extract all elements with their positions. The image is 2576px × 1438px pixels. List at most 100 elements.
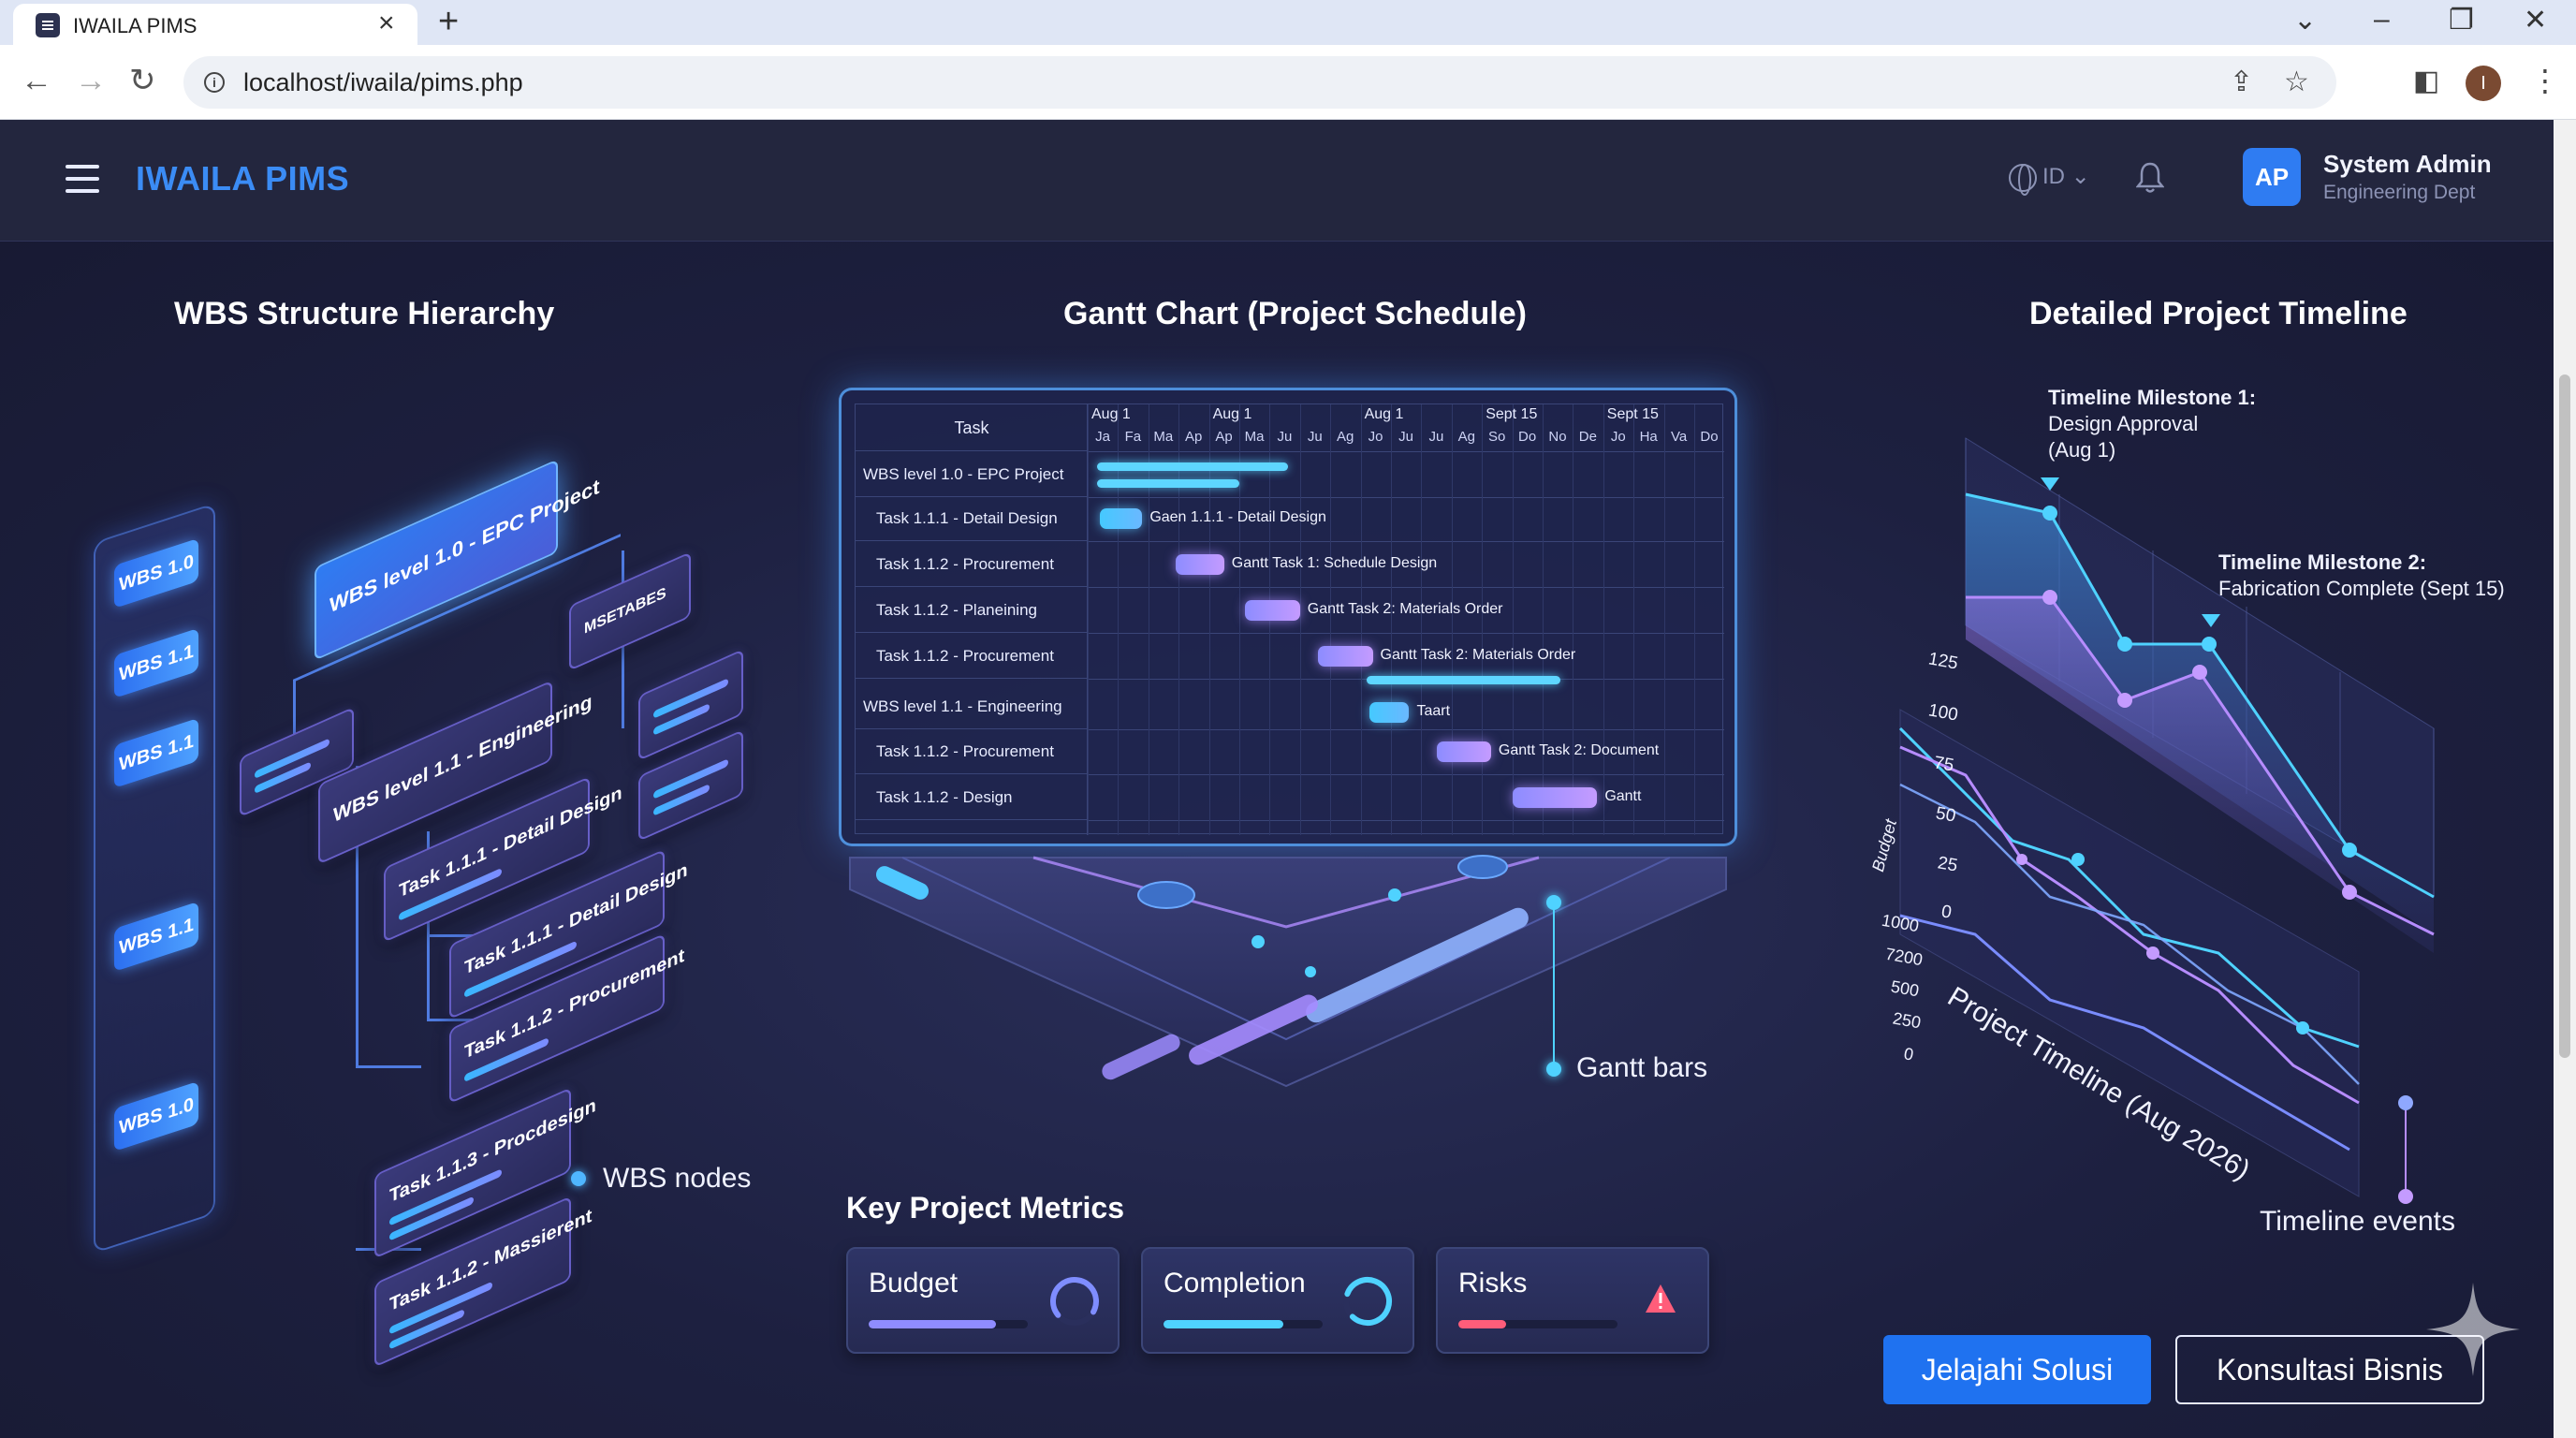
- language-selector[interactable]: ID ⌄: [2009, 163, 2090, 196]
- metric-label: Completion: [1164, 1268, 1306, 1299]
- metric-card-budget[interactable]: Budget: [846, 1247, 1120, 1354]
- user-department: Engineering Dept: [2323, 182, 2476, 203]
- metric-progress-fill: [869, 1320, 996, 1328]
- gantt-day-label: No: [1548, 429, 1567, 445]
- wbs-level-pill[interactable]: WBS 1.1: [114, 901, 198, 972]
- gantt-row-divider: [1088, 497, 1724, 498]
- gantt-row-label[interactable]: Task 1.1.2 - Planeining: [856, 587, 1088, 633]
- wbs-level-pill[interactable]: WBS 1.1: [114, 627, 198, 698]
- gantt-day-divider: [1330, 404, 1332, 835]
- gantt-row-label[interactable]: WBS level 1.0 - EPC Project: [856, 451, 1088, 497]
- platform-node: [1137, 881, 1195, 909]
- wbs-level-pill[interactable]: WBS 1.0: [114, 537, 198, 609]
- timeline-point: [2016, 854, 2027, 865]
- globe-icon: [2009, 163, 2037, 196]
- user-name[interactable]: System Admin: [2323, 150, 2492, 179]
- tab-search-chevron-icon[interactable]: ⌄: [2293, 4, 2317, 37]
- gantt-month-label: Aug 1: [1091, 406, 1131, 422]
- timeline-point: [2296, 1021, 2309, 1034]
- window-close-icon[interactable]: ✕: [2524, 4, 2547, 37]
- gantt-row-label[interactable]: WBS level 1.1 - Engineering: [856, 683, 1088, 729]
- gantt-day-label: Ag: [1457, 429, 1475, 445]
- minimize-icon[interactable]: –: [2374, 4, 2390, 36]
- chevron-down-icon: ⌄: [2065, 164, 2090, 189]
- gantt-legend-dot: [1546, 895, 1561, 910]
- gantt-bar[interactable]: [1245, 600, 1300, 621]
- language-code: ID: [2042, 164, 2065, 189]
- reload-icon[interactable]: ↻: [129, 62, 156, 99]
- gantt-row-label[interactable]: Task 1.1.2 - Procurement: [856, 541, 1088, 587]
- user-avatar[interactable]: AP: [2243, 148, 2301, 206]
- gantt-row-label[interactable]: Task 1.1.2 - Design: [856, 774, 1088, 820]
- url-text: localhost/iwaila/pims.php: [243, 68, 523, 96]
- wbs-title: WBS Structure Hierarchy: [174, 296, 555, 331]
- tab-title: IWAILA PIMS: [73, 14, 198, 37]
- gantt-bar[interactable]: [1367, 676, 1561, 684]
- gantt-timeline: Ja Fa Ma Ap Ap Ma Ju Ju Ag Jo Ju Ju Ag So Do No De Jo Ha Va…: [1088, 404, 1724, 835]
- gantt-day-divider: [1391, 404, 1392, 835]
- restore-icon[interactable]: ❐: [2449, 4, 2474, 37]
- menu-icon[interactable]: [66, 165, 99, 193]
- metric-card-completion[interactable]: Completion: [1141, 1247, 1414, 1354]
- close-tab-icon[interactable]: ×: [378, 9, 395, 37]
- gantt-day-label: Fa: [1124, 429, 1142, 445]
- gantt-row-label[interactable]: Task 1.1.1 - Detail Design: [856, 495, 1088, 541]
- gantt-month-label: Aug 1: [1364, 406, 1404, 422]
- platform-node: [1305, 966, 1316, 977]
- explore-solutions-button[interactable]: Jelajahi Solusi: [1883, 1335, 2151, 1404]
- gantt-day-divider: [1451, 404, 1453, 835]
- back-icon[interactable]: ←: [21, 62, 52, 99]
- milestone2-line1: Fabrication Complete (Sept 15): [2218, 577, 2505, 600]
- gantt-day-divider: [1694, 404, 1695, 835]
- metric-card-risks[interactable]: Risks: [1436, 1247, 1709, 1354]
- gantt-row-divider: [1088, 541, 1724, 542]
- notification-bell-icon[interactable]: [2136, 161, 2164, 195]
- wbs-level-pill[interactable]: WBS 1.0: [114, 1080, 198, 1152]
- brand-logo[interactable]: IWAILA PIMS: [136, 159, 349, 198]
- gantt-bar[interactable]: [1436, 741, 1491, 762]
- gantt-row-divider: [1088, 633, 1724, 634]
- gantt-day-divider: [1088, 404, 1089, 835]
- share-icon[interactable]: ⇪: [2230, 67, 2253, 97]
- main-content: WBS Structure Hierarchy Gantt Chart (Pro…: [0, 242, 2554, 1438]
- timeline-point: [2202, 637, 2217, 652]
- browser-menu-icon[interactable]: ⋮: [2530, 66, 2560, 95]
- gantt-day-divider: [1482, 404, 1484, 835]
- gantt-bar[interactable]: [1175, 554, 1224, 575]
- gantt-bar[interactable]: [1369, 702, 1410, 723]
- metric-progress-fill: [1164, 1320, 1283, 1328]
- timeline-event-dot: [2398, 1095, 2413, 1110]
- browser-tab[interactable]: IWAILA PIMS ×: [13, 4, 417, 45]
- metric-label: Budget: [869, 1268, 959, 1299]
- gantt-day-divider: [1512, 404, 1514, 835]
- side-panel-icon[interactable]: ◧: [2413, 66, 2439, 97]
- gantt-row-label[interactable]: Task 1.1.2 - Procurement: [856, 633, 1088, 679]
- gantt-bar[interactable]: [1318, 646, 1373, 667]
- new-tab-icon[interactable]: +: [438, 2, 459, 41]
- metrics-title: Key Project Metrics: [846, 1191, 1125, 1225]
- forward-icon[interactable]: →: [75, 62, 107, 99]
- gantt-day-label: Ha: [1639, 429, 1658, 445]
- gantt-bar[interactable]: [1099, 508, 1143, 529]
- wbs-level-pill[interactable]: WBS 1.1: [114, 717, 198, 788]
- gantt-day-label: Ag: [1337, 429, 1354, 445]
- app-favicon-icon: [36, 13, 60, 37]
- gantt-row-divider: [1088, 774, 1724, 775]
- timeline-point: [2342, 885, 2357, 900]
- gantt-bar-label: Gantt Task 1: Schedule Design: [1231, 555, 1438, 571]
- gantt-day-divider: [1299, 404, 1301, 835]
- url-field[interactable]: i localhost/iwaila/pims.php ☆ ⇪: [183, 56, 2336, 109]
- gantt-bar[interactable]: [1096, 462, 1288, 471]
- gantt-row-label[interactable]: Task 1.1.2 - Procurement: [856, 728, 1088, 774]
- gantt-bar-label: Gaen 1.1.1 - Detail Design: [1149, 509, 1326, 525]
- timeline-legend-label: Timeline events: [2260, 1206, 2455, 1237]
- bookmark-star-icon[interactable]: ☆: [2284, 67, 2309, 97]
- gantt-day-label: Do: [1700, 429, 1719, 445]
- gantt-month-label: Sept 15: [1486, 406, 1538, 422]
- gantt-table: Task WBS level 1.0 - EPC Project Task 1.1…: [855, 404, 1724, 835]
- profile-avatar[interactable]: I: [2466, 66, 2501, 101]
- page-scrollbar-thumb[interactable]: [2559, 374, 2570, 1058]
- gantt-bar[interactable]: [1096, 479, 1239, 488]
- gantt-bar[interactable]: [1512, 787, 1598, 808]
- site-info-icon[interactable]: i: [204, 72, 225, 93]
